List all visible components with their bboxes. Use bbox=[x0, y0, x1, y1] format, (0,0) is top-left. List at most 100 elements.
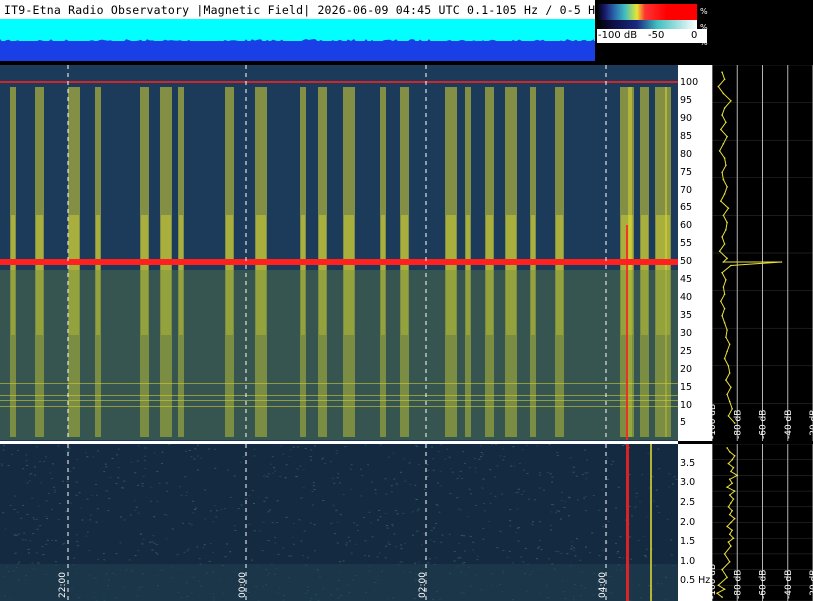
noise-speck bbox=[416, 510, 419, 512]
noise-speck bbox=[499, 530, 502, 532]
noise-speck bbox=[569, 497, 572, 499]
noise-speck bbox=[482, 538, 485, 540]
profile-point bbox=[727, 506, 730, 508]
noise-speck bbox=[644, 556, 647, 558]
noise-speck bbox=[49, 472, 52, 474]
db-tick-label: -100 dB bbox=[712, 404, 718, 439]
noise-speck bbox=[293, 543, 295, 545]
noise-speck bbox=[253, 455, 256, 457]
noise-speck bbox=[370, 481, 373, 483]
noise-speck bbox=[458, 543, 461, 545]
noise-speck bbox=[404, 542, 406, 544]
noise-speck bbox=[198, 558, 201, 560]
noise-speck bbox=[377, 519, 379, 521]
noise-speck bbox=[474, 467, 477, 469]
noise-speck bbox=[408, 462, 411, 464]
noise-speck bbox=[332, 504, 335, 506]
profile-point bbox=[727, 415, 730, 417]
noise-speck bbox=[444, 458, 447, 460]
noise-speck bbox=[267, 473, 270, 475]
noise-speck bbox=[476, 555, 479, 557]
noise-speck bbox=[494, 495, 497, 497]
noise-speck bbox=[543, 489, 545, 491]
noise-speck bbox=[143, 468, 146, 469]
profile-point bbox=[721, 314, 723, 317]
profile-point bbox=[728, 343, 731, 346]
noise-speck bbox=[433, 541, 436, 543]
noise-speck bbox=[296, 446, 299, 448]
noise-speck bbox=[10, 453, 13, 455]
noise-speck bbox=[140, 533, 143, 535]
profile-point bbox=[725, 279, 727, 281]
noise-speck bbox=[461, 478, 464, 480]
freq-tick-label: 45 bbox=[680, 274, 693, 286]
noise-speck bbox=[591, 532, 594, 534]
noise-speck bbox=[166, 490, 168, 492]
noise-speck bbox=[559, 518, 562, 520]
noise-speck bbox=[117, 477, 120, 479]
noise-speck bbox=[314, 550, 316, 552]
noise-speck bbox=[13, 533, 16, 535]
noise-speck bbox=[302, 555, 304, 557]
noise-speck bbox=[137, 484, 140, 486]
noise-speck bbox=[13, 508, 16, 510]
noise-speck bbox=[438, 511, 441, 513]
noise-speck bbox=[639, 501, 642, 503]
noise-speck bbox=[31, 497, 34, 499]
noise-speck bbox=[495, 444, 497, 445]
profile-point bbox=[728, 400, 731, 403]
noise-speck bbox=[166, 514, 169, 516]
profile-point bbox=[731, 482, 733, 485]
profile-point bbox=[726, 135, 728, 138]
noise-speck bbox=[28, 480, 31, 482]
freq-tick-label-low: 2.5 bbox=[680, 496, 696, 508]
noise-speck bbox=[209, 543, 212, 544]
noise-speck bbox=[51, 539, 53, 541]
noise-speck bbox=[526, 473, 529, 475]
noise-speck bbox=[96, 494, 98, 496]
profile-point bbox=[721, 114, 723, 116]
noise-speck bbox=[424, 489, 426, 491]
noise-speck bbox=[501, 493, 503, 495]
noise-speck bbox=[566, 553, 569, 555]
noise-speck bbox=[153, 516, 156, 518]
noise-speck bbox=[364, 540, 367, 542]
noise-speck bbox=[432, 527, 435, 529]
noise-speck bbox=[592, 495, 595, 497]
db-tick-label: -100 dB bbox=[712, 564, 718, 599]
noise-speck bbox=[76, 541, 79, 542]
profile-point bbox=[730, 386, 732, 389]
noise-speck bbox=[16, 450, 19, 451]
noise-speck bbox=[548, 444, 551, 445]
noise-speck bbox=[226, 543, 229, 545]
db-tick-label: -20 dB bbox=[809, 570, 813, 599]
noise-speck bbox=[51, 508, 53, 510]
noise-speck bbox=[619, 536, 622, 538]
noise-speck bbox=[622, 557, 625, 559]
noise-speck bbox=[646, 516, 649, 518]
profile-point bbox=[733, 455, 736, 457]
noise-speck bbox=[253, 530, 256, 532]
profile-point bbox=[725, 336, 727, 339]
noise-speck bbox=[584, 449, 587, 451]
noise-speck bbox=[430, 446, 433, 448]
noise-speck bbox=[244, 528, 247, 530]
profile-point bbox=[725, 379, 727, 381]
noise-speck bbox=[556, 455, 559, 456]
noise-speck bbox=[299, 465, 302, 467]
noise-speck bbox=[72, 467, 75, 469]
noise-speck bbox=[275, 522, 278, 523]
noise-speck bbox=[284, 477, 287, 479]
freq-tick-label: 25 bbox=[680, 345, 693, 357]
noise-speck bbox=[121, 487, 124, 489]
noise-speck bbox=[391, 524, 394, 526]
noise-speck bbox=[129, 514, 132, 516]
noise-speck bbox=[459, 470, 462, 472]
profile-point bbox=[726, 393, 728, 396]
noise-speck bbox=[213, 505, 216, 507]
noise-speck bbox=[387, 541, 390, 543]
noise-speck bbox=[13, 535, 16, 537]
noise-speck bbox=[551, 481, 554, 483]
harmonic-line bbox=[0, 383, 678, 384]
noise-speck bbox=[520, 494, 523, 495]
